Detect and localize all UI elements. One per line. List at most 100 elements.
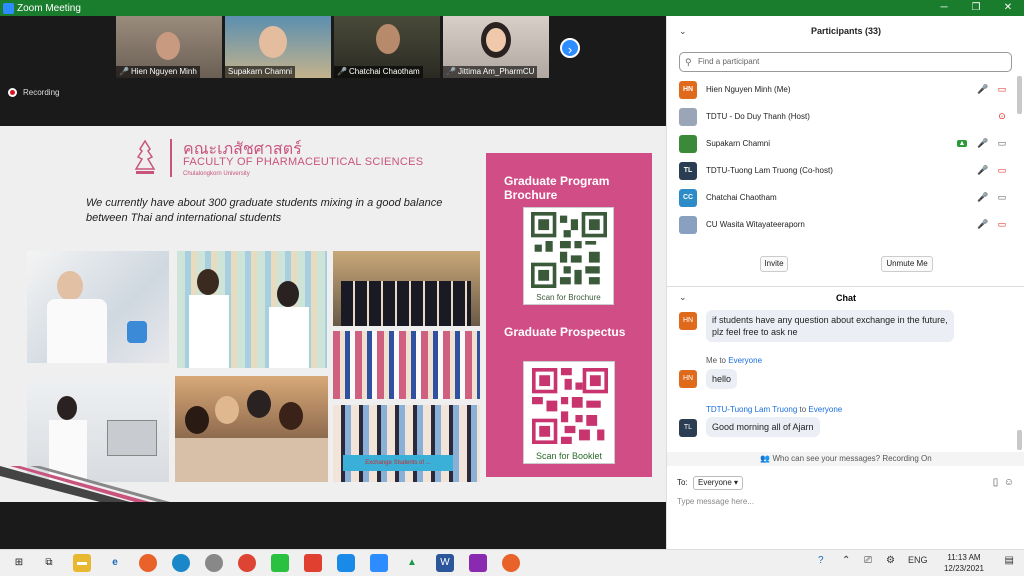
drive-icon[interactable]: ▲ xyxy=(403,554,421,572)
clock[interactable]: 11:13 AM 12/23/2021 xyxy=(944,552,984,574)
camera-icon[interactable]: ▭ xyxy=(997,138,1007,149)
camera-icon[interactable]: ▭ xyxy=(997,192,1007,203)
unmute-me-button[interactable]: Unmute Me xyxy=(881,256,933,272)
participant-row[interactable]: CU Wasita Witayateeraporn 🎤 ▭ xyxy=(667,211,1017,238)
firefox-active-icon[interactable] xyxy=(502,554,520,572)
notification-icon[interactable]: ▤ xyxy=(1005,555,1014,566)
video-tile[interactable]: 🎤 Jittima Am_PharmCU xyxy=(443,16,549,78)
participant-name: Hien Nguyen Minh xyxy=(130,67,197,76)
mic-muted-icon[interactable]: 🎤 xyxy=(977,84,988,95)
camera-icon[interactable]: ▭ xyxy=(997,84,1007,95)
share-screen-icon: ▲ xyxy=(957,140,967,147)
file-icon[interactable]: ▯ xyxy=(993,477,999,488)
video-tile[interactable]: 🎤 Hien Nguyen Minh xyxy=(116,16,222,78)
recording-status-icon: ⊙ xyxy=(998,111,1006,121)
avatar: HN xyxy=(679,370,697,388)
avatar: TL xyxy=(679,161,697,180)
chevron-up-icon[interactable]: ⌃ xyxy=(842,555,850,566)
qr-panel: Graduate Program Brochure Scan for Broch… xyxy=(486,153,652,477)
recipient-select[interactable]: Everyone ▾ xyxy=(693,476,744,490)
prospectus-qr: Scan for Booklet xyxy=(523,361,615,464)
avatar xyxy=(679,134,697,153)
qr-code-icon xyxy=(532,368,608,444)
zoom-taskbar-icon[interactable] xyxy=(370,554,388,572)
paint-icon[interactable] xyxy=(205,554,223,572)
avatar xyxy=(679,107,697,126)
avatar: TL xyxy=(679,419,697,437)
participant-row[interactable]: CC Chatchai Chaotham 🎤 ▭ xyxy=(667,184,1017,211)
message-text: hello xyxy=(706,369,738,389)
participant-search-input[interactable]: ⚲ Find a participant xyxy=(679,52,1012,72)
zalo-icon[interactable] xyxy=(337,554,355,572)
participant-name: Chatchai Chaotham xyxy=(348,67,420,76)
message-sender: Me to Everyone xyxy=(706,356,763,365)
help-icon[interactable]: ? xyxy=(818,555,824,566)
task-view-icon[interactable]: ⧉ xyxy=(40,554,58,572)
mic-icon[interactable]: 🎤 xyxy=(977,138,988,149)
avatar xyxy=(679,215,697,234)
camera-off-icon[interactable]: ▭ xyxy=(997,165,1007,176)
start-icon[interactable]: ⊞ xyxy=(10,554,28,572)
maximize-button[interactable]: ❐ xyxy=(960,0,992,16)
minimize-button[interactable]: ─ xyxy=(928,0,960,16)
chrome-icon[interactable] xyxy=(238,554,256,572)
prospectus-title: Graduate Prospectus xyxy=(504,325,626,339)
speaker-icon[interactable]: ⚙ xyxy=(886,555,895,566)
taskbar: ⊞ ⧉ ▬ e ▲ W ? ⌃ ⎚ ⚙ ENG 11:13 AM 12/23/2… xyxy=(0,549,1024,576)
message-visibility-link[interactable]: 👥 Who can see your messages? Recording O… xyxy=(667,452,1024,466)
close-button[interactable]: ✕ xyxy=(992,0,1024,16)
message-sender: TDTU-Tuong Lam Truong to Everyone xyxy=(706,405,843,414)
mic-muted-icon[interactable]: 🎤 xyxy=(977,219,988,230)
participant-name: Supakarn Chamni xyxy=(228,67,293,76)
shared-slide: คณะเภสัชศาสตร์ FACULTY OF PHARMACEUTICAL… xyxy=(0,126,666,502)
participant-row[interactable]: TL TDTU-Tuong Lam Truong (Co-host) 🎤 ▭ xyxy=(667,157,1017,184)
chat-tools: ▯ ☺ xyxy=(993,477,1014,488)
internet-explorer-icon[interactable]: e xyxy=(106,554,124,572)
pharmacy-photo xyxy=(177,251,327,368)
video-tile[interactable]: Supakarn Chamni xyxy=(225,16,331,78)
lab-photo xyxy=(27,251,169,363)
video-tile[interactable]: 🎤 Chatchai Chaotham xyxy=(334,16,440,78)
participant-row[interactable]: Supakarn Chamni ▲ 🎤 ▭ xyxy=(667,130,1017,157)
participants-title: Participants (33) xyxy=(810,26,882,36)
avatar: HN xyxy=(679,80,697,99)
mic-muted-icon[interactable]: 🎤 xyxy=(977,192,988,203)
participant-row[interactable]: TDTU - Do Duy Thanh (Host) ⊙ xyxy=(667,103,1017,130)
brochure-title: Graduate Program Brochure xyxy=(504,174,610,202)
camera-off-icon[interactable]: ▭ xyxy=(997,219,1007,230)
word-icon[interactable]: W xyxy=(436,554,454,572)
mic-muted-icon[interactable]: 🎤 xyxy=(977,165,988,176)
ceremony-photo xyxy=(333,251,480,326)
brochure-caption: Scan for Brochure xyxy=(536,293,601,302)
invite-button[interactable]: Invite xyxy=(760,256,788,272)
people-icon: 👥 xyxy=(760,454,771,463)
chat-message-input[interactable]: Type message here... xyxy=(677,497,754,506)
line-icon[interactable] xyxy=(271,554,289,572)
participants-scrollbar[interactable] xyxy=(1017,76,1022,114)
next-page-button[interactable]: › xyxy=(560,38,580,58)
language-indicator[interactable]: ENG xyxy=(908,555,928,565)
zoom-icon xyxy=(3,2,14,14)
chat-scrollbar[interactable] xyxy=(1017,430,1022,450)
participant-list: HN Hien Nguyen Minh (Me) 🎤 ▭ TDTU - Do D… xyxy=(667,76,1017,238)
firefox-icon[interactable] xyxy=(139,554,157,572)
slide-text: We currently have about 300 graduate stu… xyxy=(86,197,443,224)
participant-name: Jittima Am_PharmCU xyxy=(457,67,535,76)
file-explorer-icon[interactable]: ▬ xyxy=(73,554,91,572)
message-text: Good morning all of Ajarn xyxy=(706,417,820,437)
slide-university: Chulalongkorn University xyxy=(183,171,250,177)
emoji-icon[interactable]: ☺ xyxy=(1004,477,1014,488)
anydesk-icon[interactable] xyxy=(304,554,322,572)
qr-code-icon xyxy=(531,212,607,288)
collapse-chat-icon[interactable]: ⌄ xyxy=(679,292,687,303)
network-icon[interactable]: ⎚ xyxy=(864,555,872,566)
avatar: HN xyxy=(679,312,697,330)
participant-row[interactable]: HN Hien Nguyen Minh (Me) 🎤 ▭ xyxy=(667,76,1017,103)
to-label: To: xyxy=(677,478,688,487)
chevron-down-icon: ▾ xyxy=(734,478,739,487)
edge-icon[interactable] xyxy=(172,554,190,572)
meeting-area: 🎤 Hien Nguyen Minh Supakarn Chamni 🎤 Chatc… xyxy=(0,16,666,549)
recording-indicator[interactable]: Recording xyxy=(8,88,59,97)
app-icon[interactable] xyxy=(469,554,487,572)
title-bar: Zoom Meeting ─ ❐ ✕ xyxy=(0,0,1024,16)
